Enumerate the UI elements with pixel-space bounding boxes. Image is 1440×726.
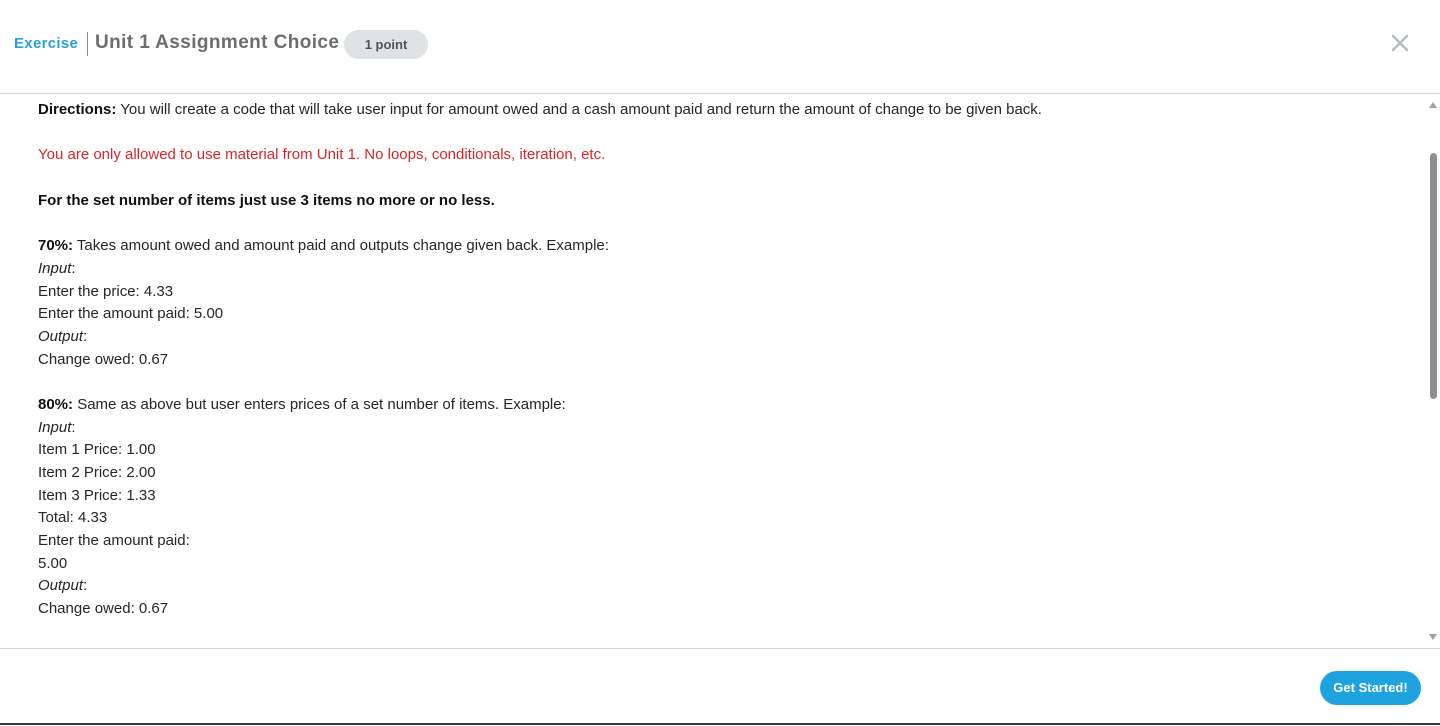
close-icon (1391, 34, 1409, 52)
directions-label: Directions: (38, 101, 117, 118)
page-title: Unit 1 Assignment Choice (95, 32, 340, 53)
instructions-panel: Directions: You will create a code that … (0, 95, 1426, 648)
exercise-modal: Exercise Unit 1 Assignment Choice 1 poin… (0, 0, 1440, 726)
directions-paragraph: Directions: You will create a code that … (38, 95, 1408, 122)
scroll-up-arrow-icon[interactable] (1429, 102, 1437, 108)
example-line: Total: 4.33 (38, 509, 108, 527)
instructions-text: Directions: You will create a code that … (38, 95, 1408, 621)
tier-80-text: Same as above but user enters prices of … (73, 395, 566, 413)
close-button[interactable] (1386, 29, 1414, 57)
example-line: Enter the price: 4.33 (38, 282, 174, 300)
example-line: Enter the amount paid: (38, 532, 190, 550)
tier-70-output-label: Output: (38, 327, 88, 345)
modal-footer: Get Started! (0, 648, 1440, 725)
window-bottom-edge (0, 723, 1440, 725)
tier-80-heading: 80%: Same as above but user enters price… (38, 394, 1408, 417)
tier-80-input-label: Input: (38, 418, 76, 436)
scrollbar-thumb[interactable] (1430, 153, 1437, 399)
content-scrollbar[interactable] (1426, 95, 1440, 648)
points-badge: 1 point (344, 30, 428, 59)
example-line: Item 1 Price: 1.00 (38, 441, 156, 459)
example-line: Enter the amount paid: 5.00 (38, 305, 224, 323)
tier-70-text: Takes amount owed and amount paid and ou… (73, 237, 609, 255)
get-started-button[interactable]: Get Started! (1320, 671, 1421, 705)
tier-70-label: 70%: (38, 237, 74, 255)
example-line: Change owed: 0.67 (38, 350, 169, 368)
exercise-type-label: Exercise (14, 35, 79, 52)
header-divider (87, 32, 88, 56)
modal-header: Exercise Unit 1 Assignment Choice 1 poin… (0, 0, 1440, 94)
example-line: Change owed: 0.67 (38, 600, 169, 618)
directions-text: You will create a code that will take us… (116, 101, 1042, 118)
tier-80-label: 80%: (38, 395, 74, 413)
scroll-down-arrow-icon[interactable] (1429, 634, 1437, 640)
example-line: 5.00 (38, 554, 68, 572)
tier-70-input-label: Input: (38, 259, 76, 277)
example-line: Item 3 Price: 1.33 (38, 486, 156, 504)
restriction-note: You are only allowed to use material fro… (38, 146, 606, 164)
example-line: Item 2 Price: 2.00 (38, 464, 156, 481)
tier-70-heading: 70%: Takes amount owed and amount paid a… (38, 235, 1408, 258)
set-items-note: For the set number of items just use 3 i… (38, 191, 495, 209)
tier-80-output-label: Output: (38, 577, 88, 595)
